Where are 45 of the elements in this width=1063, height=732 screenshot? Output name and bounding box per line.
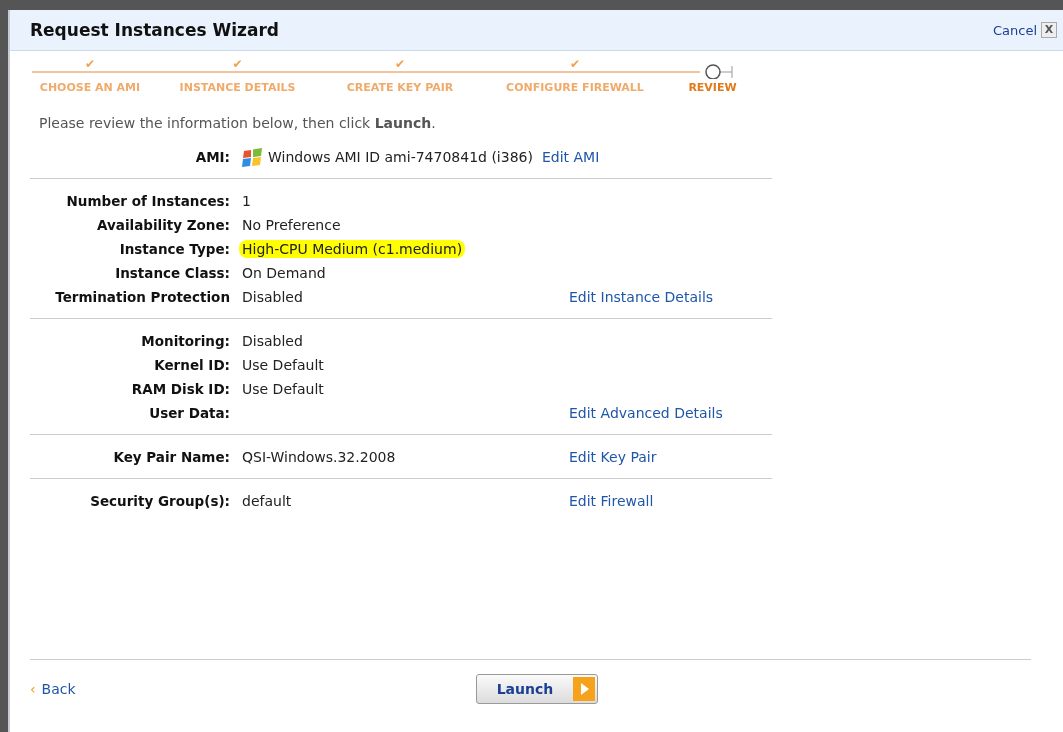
edit-link[interactable]: Edit Advanced Details [569, 405, 723, 421]
field-label: Availability Zone: [96, 217, 230, 233]
field-label: Security Group(s): [89, 493, 230, 509]
play-icon [573, 677, 595, 701]
field-label: Instance Type: [118, 241, 230, 257]
step-label: CREATE KEY PAIR [346, 81, 454, 94]
field-label: RAM Disk ID: [130, 381, 230, 397]
field-label: User Data: [148, 405, 230, 421]
field-value: Windows AMI ID ami-7470841d (i386) [267, 148, 534, 166]
windows-logo-icon [242, 147, 262, 167]
step-label: REVIEW [688, 81, 737, 94]
step-label: CONFIGURE FIREWALL [506, 81, 644, 94]
field-value: Disabled [241, 332, 304, 350]
check-mark: ✔ [569, 57, 581, 73]
field-label: Kernel ID: [153, 357, 230, 373]
window-title: Request Instances Wizard [30, 20, 279, 40]
cancel-link[interactable]: Cancel [992, 22, 1037, 38]
field-value: 1 [241, 192, 252, 210]
edit-link[interactable]: Edit Firewall [569, 493, 654, 509]
field-value: Disabled [241, 288, 304, 306]
field-label: AMI: [194, 149, 230, 165]
launch-button[interactable]: Launch [476, 674, 598, 704]
field-value: On Demand [241, 264, 327, 282]
field-label: Number of Instances: [65, 193, 230, 209]
check-mark: ✔ [84, 57, 96, 73]
field-label: Termination Protection [54, 289, 230, 305]
edit-link[interactable]: Edit Key Pair [569, 449, 657, 465]
field-value: High-CPU Medium (c1.medium) [239, 240, 466, 258]
field-value: QSI-Windows.32.2008 [241, 448, 397, 466]
field-value: Use Default [241, 356, 325, 374]
intro-text: Please review the information below, then click Launch. [39, 115, 437, 131]
close-button[interactable]: X [1041, 22, 1057, 38]
step-label: CHOOSE AN AMI [39, 81, 141, 94]
check-mark: ✔ [232, 57, 243, 73]
field-label: Monitoring: [140, 333, 230, 349]
edit-link[interactable]: Edit Instance Details [569, 289, 714, 305]
edit-link[interactable]: Edit AMI [541, 149, 600, 165]
check-mark: ✔ [394, 57, 406, 73]
field-value: default [241, 492, 293, 510]
step-label: INSTANCE DETAILS [179, 81, 296, 94]
field-label: Key Pair Name: [112, 449, 230, 465]
field-value: Use Default [241, 380, 325, 398]
back-link[interactable]: ‹ Back [30, 681, 476, 697]
field-value: No Preference [241, 216, 342, 234]
field-label: Instance Class: [114, 265, 230, 281]
